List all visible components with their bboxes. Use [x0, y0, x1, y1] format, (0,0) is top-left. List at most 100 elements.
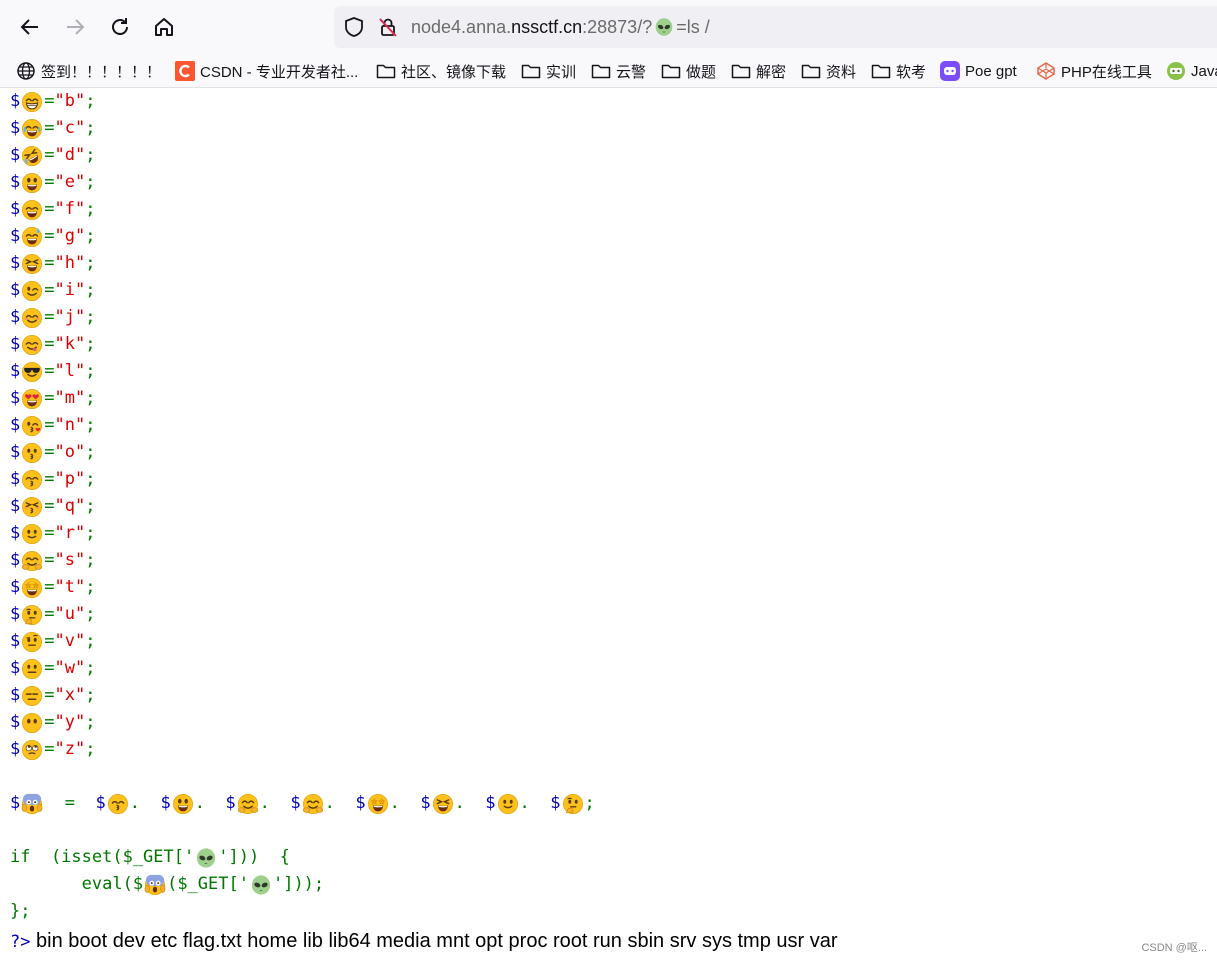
- string-literal: "v": [54, 631, 86, 651]
- address-bar[interactable]: node4.anna.nssctf.cn:28873/? =ls /: [334, 6, 1217, 48]
- semicolon: ;: [85, 496, 96, 516]
- home-button[interactable]: [146, 9, 182, 45]
- string-literal: "g": [54, 226, 86, 246]
- equals-sign: =: [44, 523, 55, 543]
- dollar-sign: $: [10, 550, 21, 570]
- bookmark-poe[interactable]: Poe gpt: [940, 59, 1017, 83]
- shield-icon[interactable]: [343, 16, 365, 38]
- grin-emoji: [22, 91, 43, 112]
- bookmark-label: 资料: [826, 63, 857, 81]
- semicolon: ;: [85, 550, 96, 570]
- semicolon: ;: [85, 199, 96, 219]
- no-mouth-emoji: [22, 712, 43, 733]
- bookmark-qiandao[interactable]: 签到！！！！！！: [16, 59, 161, 83]
- csdn-logo-icon: [175, 61, 195, 81]
- string-literal: "i": [54, 280, 86, 300]
- dollar-sign: $: [10, 442, 21, 462]
- equals-sign: =: [44, 118, 55, 138]
- assignment-line: $ = "v";: [10, 628, 595, 655]
- bookmark-folder-yunjing[interactable]: 云警: [591, 59, 646, 83]
- dollar-sign: $: [10, 118, 21, 138]
- concat-dot: .: [259, 793, 291, 813]
- semicolon: ;: [85, 91, 96, 111]
- reload-icon: [112, 18, 128, 35]
- csdn-watermark: CSDN @呕...: [1141, 942, 1207, 954]
- dollar-sign: $: [10, 91, 21, 111]
- url-domain: nssctf.cn: [511, 17, 583, 37]
- string-literal: "m": [54, 388, 86, 408]
- assignment-line: $ = "s";: [10, 547, 595, 574]
- assignment-line: $ = "p";: [10, 466, 595, 493]
- semicolon: ;: [85, 415, 96, 435]
- equals-sign: =: [44, 685, 55, 705]
- equals-sign: =: [44, 172, 55, 192]
- equals-sign: =: [44, 280, 55, 300]
- forward-arrow-icon: [67, 19, 85, 35]
- bookmark-folder-ruankao[interactable]: 软考: [871, 59, 926, 83]
- alien-emoji: [251, 874, 271, 895]
- codepen-icon: [1037, 62, 1055, 80]
- string-literal: "w": [54, 658, 86, 678]
- bookmark-folder-shixun[interactable]: 实训: [521, 59, 576, 83]
- semicolon: ;: [85, 739, 96, 759]
- slight-smile-emoji: [497, 793, 518, 814]
- php-close-tag: ?>: [10, 932, 31, 952]
- assignment-line: $ = "n";: [10, 412, 595, 439]
- expressionless-emoji: [22, 685, 43, 706]
- equals-sign: =: [44, 550, 55, 570]
- string-literal: "y": [54, 712, 86, 732]
- dollar-sign: $: [160, 793, 171, 813]
- bookmark-folder-zuoti[interactable]: 做题: [661, 59, 716, 83]
- equals-sign: =: [44, 307, 55, 327]
- string-literal: "b": [54, 91, 86, 111]
- assignment-line: $ = "o";: [10, 439, 595, 466]
- bookmark-label: 解密: [756, 63, 787, 81]
- page-content: $ = "b"; $ = "c"; $ = "d"; $ = "e"; $ = "f"; $ = "g"; $ = "h…: [0, 88, 1217, 963]
- bookmark-folder-jiemi[interactable]: 解密: [731, 59, 786, 83]
- bookmark-java[interactable]: Java: [1166, 59, 1217, 83]
- dollar-sign: $: [10, 685, 21, 705]
- block-end-line: };: [10, 898, 595, 925]
- semicolon: ;: [584, 793, 595, 813]
- equals-sign: =: [44, 712, 55, 732]
- forward-button[interactable]: [57, 9, 93, 45]
- assignment-line: $ = "c";: [10, 115, 595, 142]
- assignment-line: $ = "b";: [10, 88, 595, 115]
- back-button[interactable]: [12, 9, 48, 45]
- assignment-line: $ = "m";: [10, 385, 595, 412]
- dollar-sign: $: [290, 793, 301, 813]
- bookmark-php-tools[interactable]: PHP在线工具: [1036, 59, 1152, 83]
- bookmark-label: 签到！！！！！！: [41, 63, 162, 81]
- yum-emoji: [22, 334, 43, 355]
- dollar-sign: $: [10, 307, 21, 327]
- dollar-sign: $: [95, 793, 106, 813]
- kissing-closed-emoji: [22, 496, 43, 517]
- equals-sign: =: [44, 253, 55, 273]
- equals-sign: =: [44, 631, 55, 651]
- poe-icon: [940, 61, 960, 81]
- dollar-sign: $: [10, 739, 21, 759]
- java-icon: [1167, 62, 1185, 80]
- reload-button[interactable]: [102, 9, 138, 45]
- insecure-lock-icon[interactable]: [377, 16, 399, 38]
- dollar-sign: $: [10, 199, 21, 219]
- equals-sign: =: [44, 577, 55, 597]
- url-text[interactable]: node4.anna.nssctf.cn:28873/? =ls /: [411, 16, 710, 38]
- smile-emoji: [22, 199, 43, 220]
- dollar-sign: $: [10, 280, 21, 300]
- kissing-emoji: [22, 442, 43, 463]
- back-arrow-icon: [20, 19, 38, 35]
- concat-dot: .: [389, 793, 421, 813]
- dollar-sign: $: [355, 793, 366, 813]
- bookmark-folder-ziliao[interactable]: 资料: [801, 59, 856, 83]
- bookmark-csdn[interactable]: CSDN - 专业开发者社...: [175, 59, 358, 83]
- string-literal: "c": [54, 118, 86, 138]
- dollar-sign: $: [10, 172, 21, 192]
- bookmark-folder-mirror[interactable]: 社区、镜像下载: [376, 59, 506, 83]
- string-literal: "o": [54, 442, 86, 462]
- scream-emoji: [144, 874, 166, 895]
- assignment-line: $ = "t";: [10, 574, 595, 601]
- bookmark-label: 社区、镜像下载: [401, 63, 507, 81]
- concat-dot: .: [324, 793, 356, 813]
